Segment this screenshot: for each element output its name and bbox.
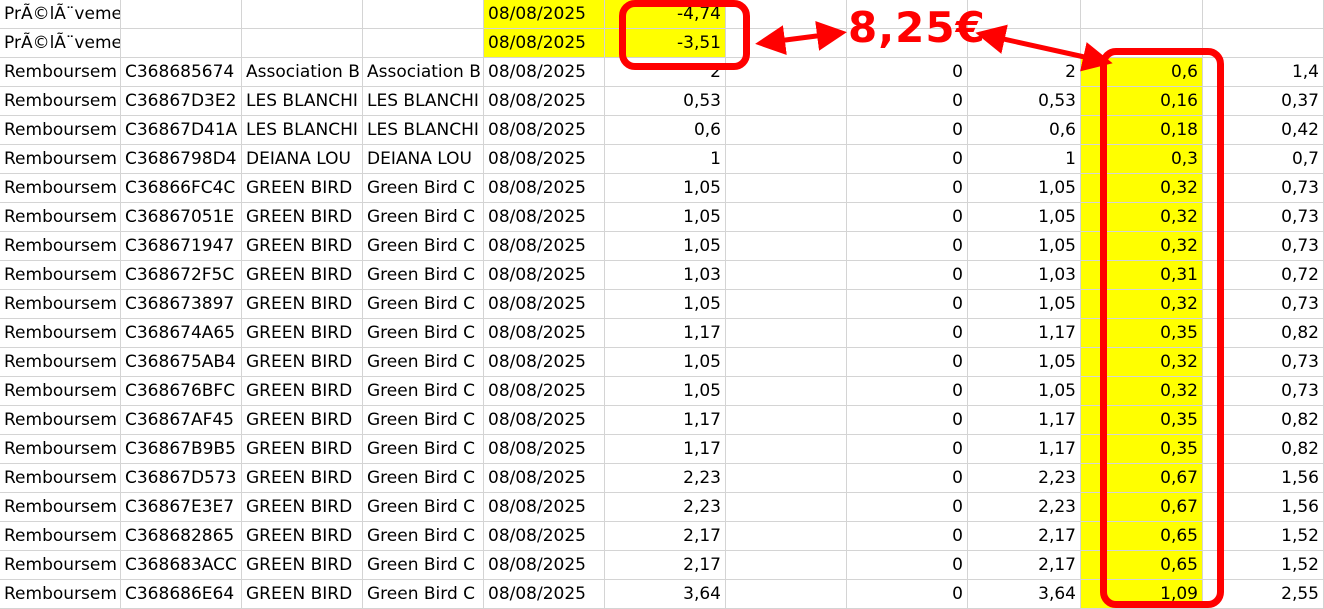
highlight-box-top [619, 0, 750, 70]
left-arrow [755, 21, 847, 55]
annotation-total: 8,25€ [848, 3, 986, 52]
right-arrow [975, 24, 1113, 72]
highlight-box-column [1100, 48, 1224, 608]
